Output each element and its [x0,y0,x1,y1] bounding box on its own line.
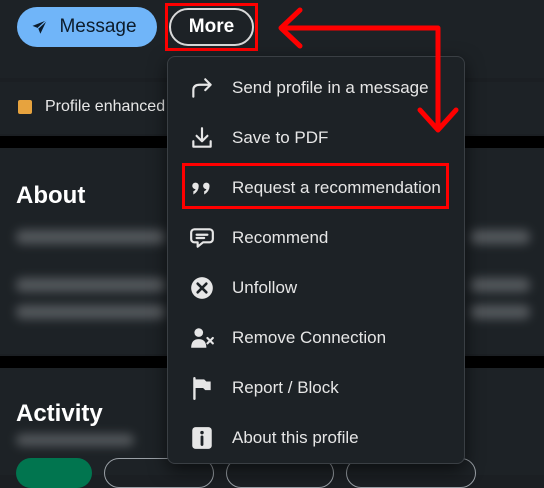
blurred-text [16,278,166,292]
close-circle-icon [188,274,216,302]
menu-item-about-profile[interactable]: About this profile [168,416,464,460]
menu-item-label: Request a recommendation [232,178,441,197]
blurred-text [16,230,166,244]
menu-item-label: Unfollow [232,278,298,297]
menu-item-send-profile[interactable]: Send profile in a message [168,66,464,110]
banner-text: Profile enhanced [45,98,166,115]
more-dropdown-menu: Send profile in a message Save to PDF Re… [167,56,465,464]
remove-person-icon [188,324,216,352]
menu-item-label: Remove Connection [232,328,387,347]
activity-title: Activity [16,400,103,427]
blurred-text [470,278,530,292]
menu-item-save-pdf[interactable]: Save to PDF [168,116,464,160]
more-button[interactable]: More [169,8,254,46]
quote-icon [188,174,216,202]
download-icon [188,124,216,152]
flag-icon [188,374,216,402]
menu-item-label: Save to PDF [232,128,329,147]
about-title: About [16,182,86,209]
menu-item-request-recommendation[interactable]: Request a recommendation [168,166,464,210]
menu-item-report-block[interactable]: Report / Block [168,366,464,410]
premium-badge-icon [18,100,32,114]
blurred-text [470,305,530,319]
message-button[interactable]: Message [17,7,157,47]
speech-bubble-icon [188,224,216,252]
menu-item-label: Send profile in a message [232,78,429,97]
send-icon [32,19,48,34]
menu-item-unfollow[interactable]: Unfollow [168,266,464,310]
menu-item-recommend[interactable]: Recommend [168,216,464,260]
share-arrow-icon [188,74,216,102]
menu-item-label: About this profile [232,428,359,447]
blurred-followers [16,434,134,446]
menu-item-remove-connection[interactable]: Remove Connection [168,316,464,360]
posts-chip[interactable] [16,458,92,488]
blurred-text [470,230,530,244]
blurred-text [16,305,166,319]
info-icon [188,424,216,452]
menu-item-label: Recommend [232,228,329,247]
more-button-label: More [188,16,235,37]
menu-item-label: Report / Block [232,378,339,397]
message-button-label: Message [59,16,137,37]
